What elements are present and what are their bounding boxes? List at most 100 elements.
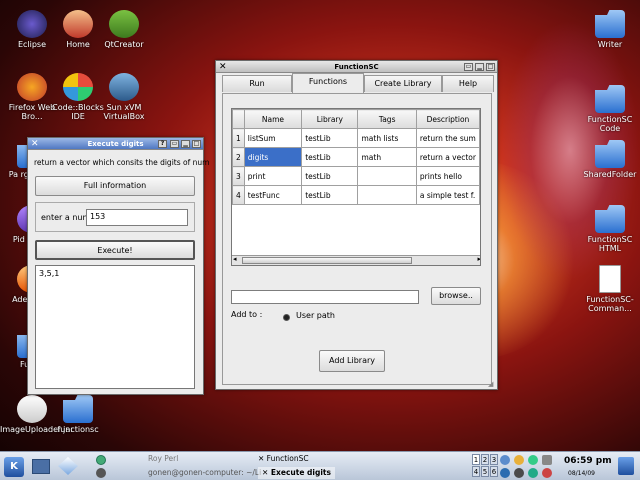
scrollbar-thumb[interactable]	[242, 257, 412, 264]
desktop-icon-label: Writer	[597, 40, 623, 49]
tray-app-icon[interactable]	[528, 455, 538, 465]
table-cell[interactable]: a simple test f.	[415, 185, 480, 205]
table-cell[interactable]: return the sum	[415, 128, 480, 148]
desktop-icon[interactable]: functionsc	[46, 395, 110, 434]
home-icon	[63, 10, 93, 38]
updates-icon[interactable]	[514, 455, 524, 465]
desktop-icon[interactable]: Writer	[578, 10, 640, 49]
table-cell[interactable]: testLib	[301, 128, 359, 148]
desktop-icon[interactable]: FunctionSC Code	[578, 85, 640, 133]
execute-titlebar[interactable]: ✕ Execute digits ? ▭ ▁ □	[28, 138, 203, 150]
maximize-icon[interactable]: □	[486, 63, 495, 71]
num-input[interactable]: 153	[86, 209, 188, 226]
desktop-icon-label: FunctionSC HTML	[587, 235, 633, 253]
desktop-icon[interactable]: Sun xVM VirtualBox	[92, 73, 156, 121]
desktop-icon-label: QtCreator	[104, 40, 144, 49]
bluetooth-icon[interactable]	[500, 468, 510, 478]
table-row[interactable]: 4 testFunc testLib a simple test f.	[232, 185, 480, 205]
row-number: 4	[232, 185, 245, 205]
task-execute-digits[interactable]: ✕ Execute digits	[258, 467, 335, 479]
lock-screen-icon[interactable]	[618, 457, 634, 475]
show-desktop-icon[interactable]	[32, 459, 50, 474]
horizontal-scrollbar[interactable]: ◂ ▸	[232, 255, 480, 265]
desktop-5[interactable]: 5	[481, 466, 489, 477]
clock-time[interactable]: 06:59 pm	[564, 456, 612, 466]
desktop-icon[interactable]: FunctionSC HTML	[578, 205, 640, 253]
terminal-icon	[96, 468, 106, 478]
window-title: Execute digits	[87, 140, 144, 148]
minimize-icon[interactable]: ▁	[181, 140, 190, 148]
table-row[interactable]: 3 print testLib prints hello	[232, 166, 480, 186]
add-library-button[interactable]: Add Library	[319, 350, 385, 372]
table-cell[interactable]: testLib	[301, 147, 359, 167]
task-label: FunctionSC	[266, 454, 309, 463]
desktop-icon[interactable]: SharedFolder	[578, 140, 640, 179]
table-cell[interactable]: digits	[243, 147, 303, 167]
functionsc-titlebar[interactable]: ✕ FunctionSC ▭ ▁ □	[216, 61, 497, 73]
table-cell[interactable]: print	[243, 166, 303, 186]
table-cell[interactable]: math	[357, 147, 417, 167]
user-path-radio[interactable]	[283, 314, 290, 321]
full-information-button[interactable]: Full information	[35, 176, 195, 196]
column-header-library[interactable]: Library	[301, 109, 359, 129]
close-x-icon[interactable]: ✕	[31, 138, 39, 150]
column-header-tags[interactable]: Tags	[357, 109, 417, 129]
shade-icon[interactable]: ▭	[464, 63, 473, 71]
browser-icon[interactable]	[58, 457, 78, 475]
network-icon[interactable]	[500, 455, 510, 465]
jar-icon	[17, 395, 47, 423]
power-icon[interactable]	[542, 468, 552, 478]
desktop-4[interactable]: 4	[472, 466, 480, 477]
table-cell[interactable]: testLib	[301, 185, 359, 205]
column-header-description[interactable]: Description	[415, 109, 480, 129]
help-icon[interactable]: ?	[158, 140, 167, 148]
table-cell[interactable]: testFunc	[243, 185, 303, 205]
clock-date: 08/14/09	[568, 470, 595, 477]
function-description: return a vector which consits the digits…	[34, 158, 210, 167]
clipboard-icon[interactable]	[528, 468, 538, 478]
kde-menu-icon[interactable]: K	[4, 457, 24, 477]
close-x-icon[interactable]: ✕	[219, 61, 227, 73]
table-row[interactable]: 2 digits testLib math return a vector	[232, 147, 480, 167]
browse-button[interactable]: browse..	[431, 287, 481, 305]
task-roy-perl[interactable]: Roy Perl	[148, 453, 178, 465]
desktop-3[interactable]: 3	[490, 454, 498, 465]
column-header-name[interactable]: Name	[243, 109, 303, 129]
resize-grip-icon[interactable]: ◢	[488, 380, 496, 388]
desktop-icon-label: functionsc	[57, 425, 99, 434]
functions-table-view[interactable]: Name Library Tags Description 1 listSum testL…	[231, 108, 481, 266]
eclipse-icon	[17, 10, 47, 38]
table-cell[interactable]: prints hello	[415, 166, 480, 186]
battery-icon[interactable]	[542, 455, 552, 465]
virtualbox-icon	[109, 73, 139, 101]
tab-help[interactable]: Help	[442, 75, 494, 92]
tab-run[interactable]: Run	[222, 75, 292, 92]
volume-icon[interactable]	[514, 468, 524, 478]
tab-create-library[interactable]: Create Library	[364, 75, 442, 92]
table-cell[interactable]: listSum	[243, 128, 303, 148]
minimize-icon[interactable]: ▁	[475, 63, 484, 71]
table-cell[interactable]	[357, 166, 417, 186]
functions-tab-panel: Name Library Tags Description 1 listSum testL…	[222, 93, 492, 385]
scroll-right-icon[interactable]: ▸	[477, 255, 480, 263]
maximize-icon[interactable]: □	[192, 140, 201, 148]
table-row[interactable]: 1 listSum testLib math lists return the sum	[232, 128, 480, 148]
task-functionsc[interactable]: ✕ FunctionSC	[258, 453, 309, 465]
table-cell[interactable]: math lists	[357, 128, 417, 148]
desktop-icon[interactable]: FunctionSC-Comman...	[578, 265, 640, 313]
task-terminal[interactable]: gonen@gonen-computer: ~/Li	[148, 467, 261, 479]
library-path-input[interactable]	[231, 290, 419, 304]
shade-icon[interactable]: ▭	[170, 140, 179, 148]
scroll-left-icon[interactable]: ◂	[233, 255, 237, 263]
desktop-2[interactable]: 2	[481, 454, 489, 465]
table-cell[interactable]	[357, 185, 417, 205]
desktop-1[interactable]: 1	[472, 454, 480, 465]
execute-button[interactable]: Execute!	[35, 240, 195, 260]
tab-functions[interactable]: Functions	[292, 73, 364, 93]
desktop-icon[interactable]: QtCreator	[92, 10, 156, 49]
table-cell[interactable]: testLib	[301, 166, 359, 186]
table-cell[interactable]: return a vector	[415, 147, 480, 167]
desktop-6[interactable]: 6	[490, 466, 498, 477]
output-area[interactable]: 3,5,1	[35, 265, 195, 389]
task-app-icon	[96, 455, 106, 465]
